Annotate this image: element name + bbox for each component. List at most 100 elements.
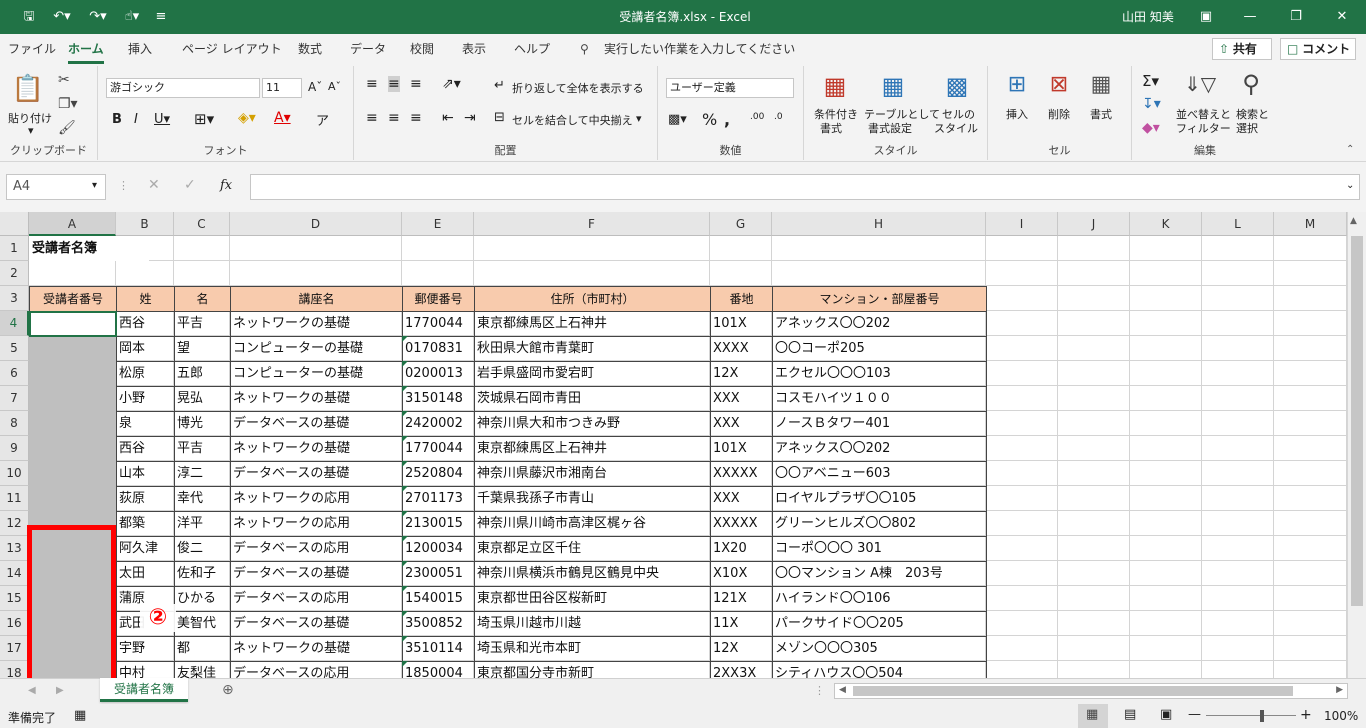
cell[interactable] bbox=[1058, 511, 1130, 536]
table-cell[interactable]: 11X bbox=[710, 611, 773, 637]
row-header-18[interactable]: 18 bbox=[0, 661, 29, 678]
cell[interactable] bbox=[1274, 536, 1347, 561]
cell[interactable] bbox=[1130, 261, 1202, 286]
table-cell[interactable]: 東京都足立区千住 bbox=[474, 536, 711, 562]
row-header-5[interactable]: 5 bbox=[0, 336, 29, 361]
table-cell[interactable]: ネットワークの基礎 bbox=[230, 636, 403, 662]
cell[interactable] bbox=[1202, 336, 1274, 361]
table-cell[interactable]: 神奈川県大和市つきみ野 bbox=[474, 411, 711, 437]
student-id-cell[interactable] bbox=[29, 411, 117, 437]
cell[interactable] bbox=[116, 261, 174, 286]
table-cell[interactable]: 101X bbox=[710, 436, 773, 462]
table-cell[interactable]: XXXX bbox=[710, 336, 773, 362]
table-cell[interactable]: 都築 bbox=[116, 511, 175, 537]
cell[interactable] bbox=[1058, 561, 1130, 586]
align-right-icon[interactable]: ≡ bbox=[410, 110, 422, 126]
error-indicator-icon[interactable] bbox=[402, 386, 408, 392]
table-cell[interactable]: 平吉 bbox=[174, 311, 231, 337]
cell[interactable] bbox=[710, 261, 772, 286]
cell[interactable] bbox=[1130, 536, 1202, 561]
table-cell[interactable]: 2300051 bbox=[402, 561, 475, 587]
table-cell[interactable]: コンピューターの基礎 bbox=[230, 361, 403, 387]
row-header-14[interactable]: 14 bbox=[0, 561, 29, 586]
grow-font-icon[interactable]: Aˇ bbox=[308, 80, 322, 94]
table-cell[interactable]: 0200013 bbox=[402, 361, 475, 387]
customize-qat-icon[interactable]: ≡ bbox=[154, 0, 168, 34]
table-cell[interactable]: 〇〇アベニュー603 bbox=[772, 461, 987, 487]
table-cell[interactable]: 12X bbox=[710, 361, 773, 387]
cell[interactable] bbox=[174, 261, 230, 286]
column-header-d[interactable]: D bbox=[230, 212, 402, 236]
cell[interactable] bbox=[1058, 436, 1130, 461]
cell[interactable] bbox=[986, 611, 1058, 636]
italic-icon[interactable]: I bbox=[134, 112, 138, 127]
table-cell[interactable]: データベースの応用 bbox=[230, 586, 403, 612]
enter-icon[interactable]: ✓ bbox=[184, 177, 196, 193]
table-cell[interactable]: アネックス〇〇202 bbox=[772, 311, 987, 337]
tab-formulas[interactable]: 数式 bbox=[298, 34, 322, 64]
table-header-cell[interactable]: 受講者番号 bbox=[29, 286, 117, 312]
share-button[interactable]: ⇧ 共有 bbox=[1212, 38, 1272, 60]
insert-cells-button[interactable]: 挿入 bbox=[1006, 106, 1028, 122]
row-header-7[interactable]: 7 bbox=[0, 386, 29, 411]
error-indicator-icon[interactable] bbox=[402, 586, 408, 592]
underline-icon[interactable]: U▾ bbox=[154, 112, 170, 127]
zoom-level[interactable]: 100% bbox=[1324, 709, 1358, 723]
cell[interactable] bbox=[986, 586, 1058, 611]
table-header-cell[interactable]: 住所（市町村） bbox=[474, 286, 711, 312]
expand-formula-bar-icon[interactable]: ⌄ bbox=[1346, 180, 1354, 191]
cell[interactable] bbox=[1274, 436, 1347, 461]
row-header-3[interactable]: 3 bbox=[0, 286, 29, 311]
cell[interactable] bbox=[1274, 636, 1347, 661]
cell[interactable] bbox=[1202, 311, 1274, 336]
table-cell[interactable]: 〇〇コーポ205 bbox=[772, 336, 987, 362]
cell[interactable] bbox=[1058, 386, 1130, 411]
sheet-title-cell[interactable]: 受講者名簿 bbox=[29, 236, 149, 261]
row-header-15[interactable]: 15 bbox=[0, 586, 29, 611]
cell[interactable] bbox=[1058, 236, 1130, 261]
student-id-cell[interactable] bbox=[29, 661, 117, 678]
table-cell[interactable]: 五郎 bbox=[174, 361, 231, 387]
error-indicator-icon[interactable] bbox=[402, 661, 408, 667]
cell[interactable] bbox=[1058, 611, 1130, 636]
table-header-cell[interactable]: 郵便番号 bbox=[402, 286, 475, 312]
student-id-cell[interactable] bbox=[29, 586, 117, 612]
new-sheet-icon[interactable]: ⊕ bbox=[222, 682, 234, 698]
increase-decimal-icon[interactable]: .00 bbox=[750, 112, 764, 122]
number-format-select[interactable]: ユーザー定義 bbox=[666, 78, 794, 98]
table-cell[interactable]: 俊二 bbox=[174, 536, 231, 562]
cell[interactable] bbox=[1058, 586, 1130, 611]
clear-icon[interactable]: ◆▾ bbox=[1142, 120, 1160, 136]
table-cell[interactable]: 埼玉県川越市川越 bbox=[474, 611, 711, 637]
comma-icon[interactable]: , bbox=[724, 110, 730, 129]
normal-view-button[interactable]: ▦ bbox=[1078, 704, 1108, 728]
table-cell[interactable]: 1200034 bbox=[402, 536, 475, 562]
cell[interactable] bbox=[1130, 311, 1202, 336]
row-header-17[interactable]: 17 bbox=[0, 636, 29, 661]
table-cell[interactable]: 秋田県大館市青葉町 bbox=[474, 336, 711, 362]
cell[interactable] bbox=[1130, 236, 1202, 261]
row-header-1[interactable]: 1 bbox=[0, 236, 29, 261]
table-cell[interactable]: パークサイド〇〇205 bbox=[772, 611, 987, 637]
cell[interactable] bbox=[986, 486, 1058, 511]
cell[interactable] bbox=[986, 311, 1058, 336]
comments-button[interactable]: □ コメント bbox=[1280, 38, 1356, 60]
bold-icon[interactable]: B bbox=[112, 112, 122, 127]
table-cell[interactable]: 神奈川県藤沢市湘南台 bbox=[474, 461, 711, 487]
table-cell[interactable]: 太田 bbox=[116, 561, 175, 587]
table-header-cell[interactable]: マンション・部屋番号 bbox=[772, 286, 987, 312]
cell[interactable] bbox=[986, 386, 1058, 411]
shrink-font-icon[interactable]: Aˇ bbox=[328, 80, 341, 93]
cell[interactable] bbox=[1130, 461, 1202, 486]
touch-mode-icon[interactable]: ☝▾ bbox=[116, 0, 148, 34]
table-header-cell[interactable]: 講座名 bbox=[230, 286, 403, 312]
column-header-k[interactable]: K bbox=[1130, 212, 1202, 236]
row-header-10[interactable]: 10 bbox=[0, 461, 29, 486]
align-bottom-icon[interactable]: ≡ bbox=[410, 76, 422, 92]
cell[interactable] bbox=[772, 261, 986, 286]
tab-review[interactable]: 校閲 bbox=[410, 34, 434, 64]
row-header-8[interactable]: 8 bbox=[0, 411, 29, 436]
table-cell[interactable]: 幸代 bbox=[174, 486, 231, 512]
cell[interactable] bbox=[1130, 336, 1202, 361]
table-cell[interactable]: XXX bbox=[710, 386, 773, 412]
